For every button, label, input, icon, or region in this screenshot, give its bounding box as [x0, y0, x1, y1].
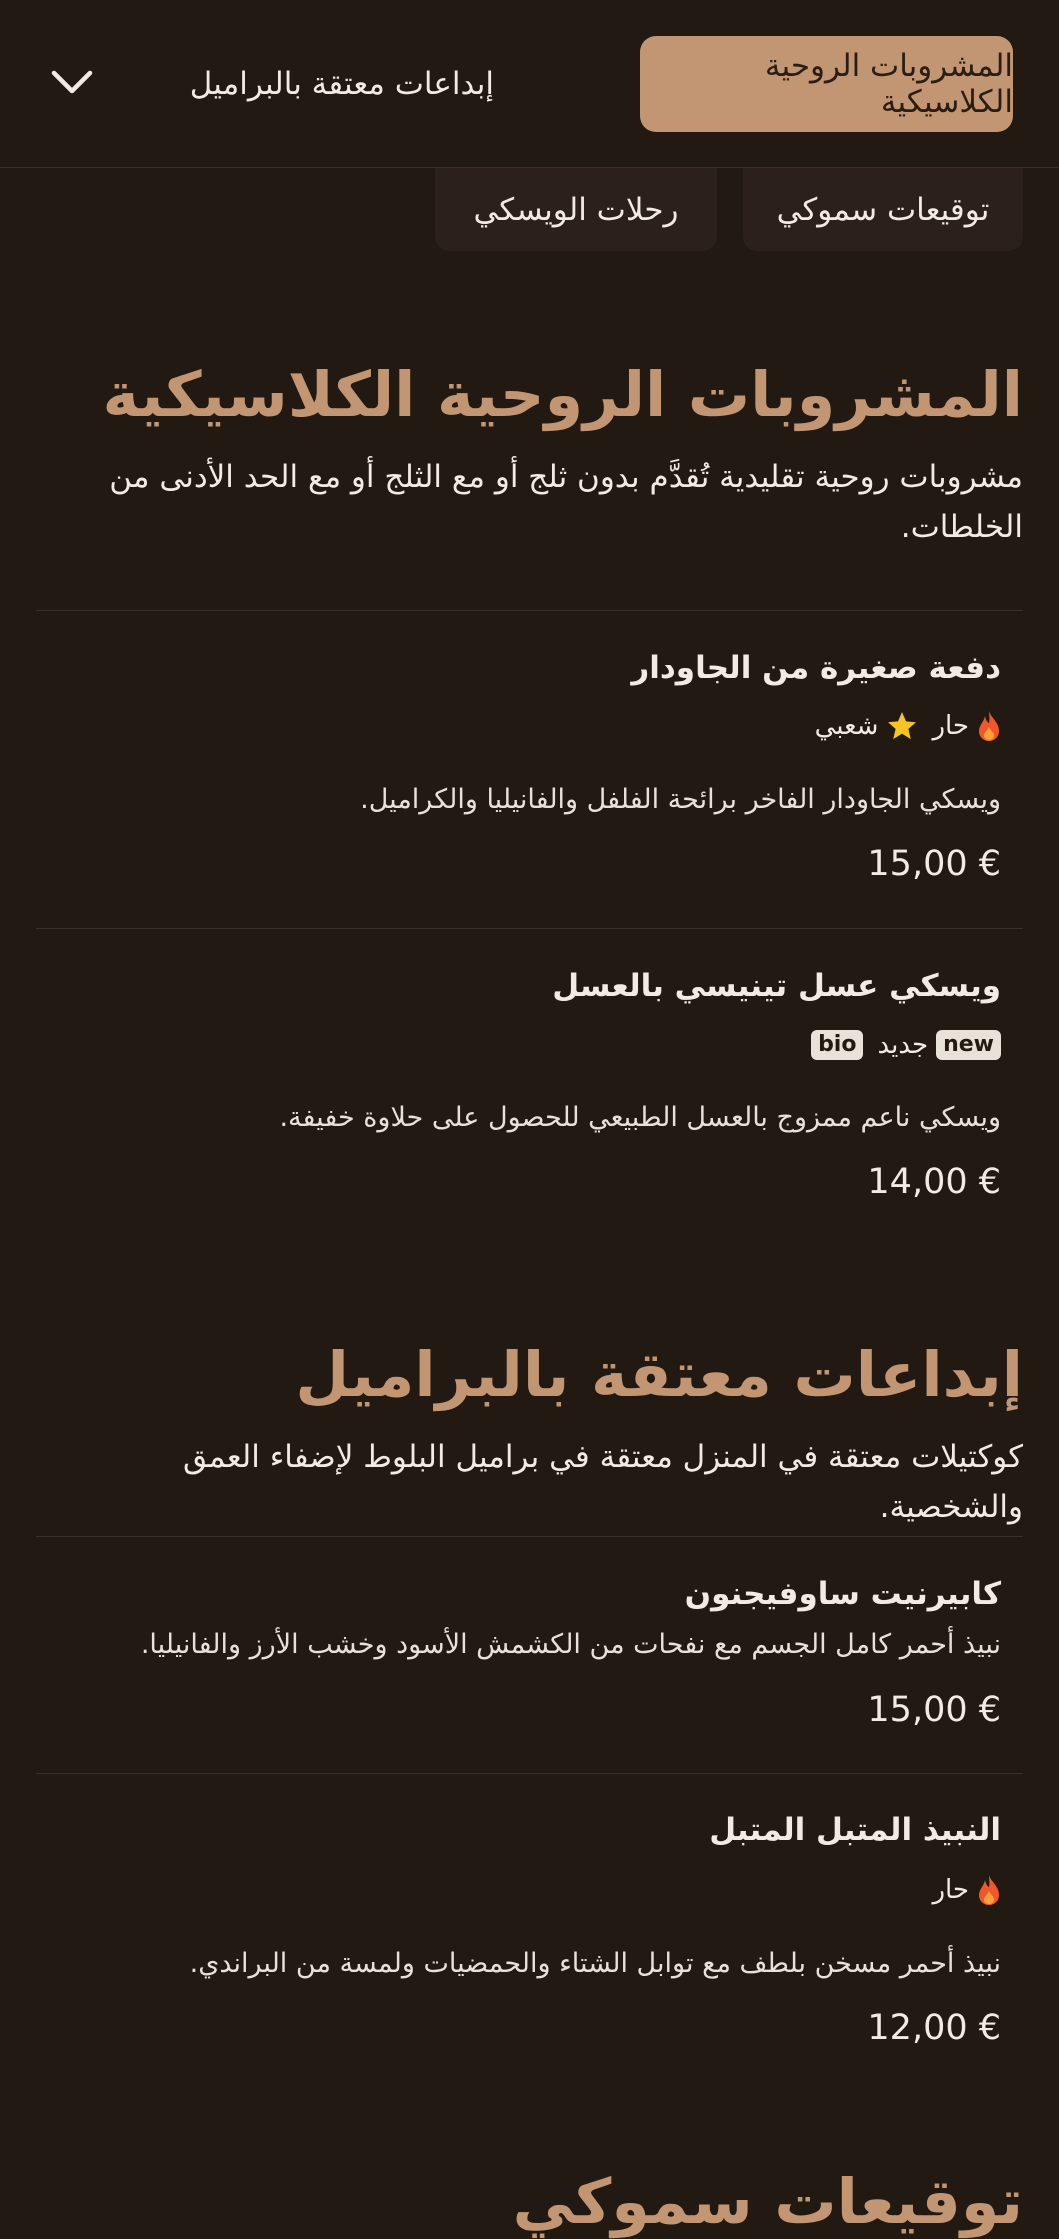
menu-item-price: 12,00 € [867, 2008, 1001, 2048]
divider [36, 928, 1023, 929]
badge-new: new جديد [877, 1030, 1001, 1061]
flame-icon [979, 711, 999, 741]
section-title: توقيعات سموكي [512, 2165, 1023, 2238]
badge-label: شعبي [814, 711, 879, 741]
menu-item-description: ويسكي ناعم ممزوج بالعسل الطبيعي للحصول ع… [279, 1102, 1001, 1133]
category-tab-classic-spirits[interactable]: المشروبات الروحية الكلاسيكية [640, 36, 1013, 132]
section-description: كوكتيلات معتقة في المنزل معتقة في براميل… [183, 1439, 1023, 1525]
menu-item-name: كابيرنيت ساوفيجنون [684, 1576, 1001, 1612]
flame-icon [979, 1875, 999, 1905]
badge-hot: حار [932, 710, 1001, 742]
menu-item-description: نبيذ أحمر مسخن بلطف مع توابل الشتاء والح… [189, 1948, 1001, 1979]
menu-item-price: 14,00 € [867, 1162, 1001, 1202]
menu-item-name: النبيذ المتبل المتبل [709, 1812, 1001, 1848]
section-description: مشروبات روحية تقليدية تُقدَّم بدون ثلج أ… [109, 459, 1023, 545]
star-icon [888, 712, 917, 740]
badge-label: حار [932, 711, 969, 741]
divider [36, 1773, 1023, 1774]
category-chip-smoky[interactable]: توقيعات سموكي [743, 168, 1023, 251]
chevron-down-icon [51, 70, 93, 94]
menu-item-name: دفعة صغيرة من الجاودار [631, 650, 1001, 686]
category-chip-label: توقيعات سموكي [776, 191, 990, 228]
divider [36, 1536, 1023, 1537]
menu-item-name: ويسكي عسل تينيسي بالعسل [552, 968, 1001, 1004]
section-title: إبداعات معتقة بالبراميل [295, 1338, 1023, 1411]
badge-label: جديد [877, 1030, 929, 1061]
menu-item-description: ويسكي الجاودار الفاخر برائحة الفلفل والف… [360, 784, 1001, 815]
category-chip-label: رحلات الويسكي [473, 191, 679, 228]
category-chip-whisky-journeys[interactable]: رحلات الويسكي [435, 168, 717, 251]
badge-popular: شعبي [815, 710, 919, 742]
category-bar: المشروبات الروحية الكلاسيكية إبداعات معت… [0, 0, 1059, 168]
section-title: المشروبات الروحية الكلاسيكية [102, 358, 1023, 431]
new-tag: new [936, 1030, 1001, 1061]
menu-item-badges: new جديد bio [811, 1030, 1001, 1061]
badge-bio: bio [811, 1030, 864, 1061]
badge-hot: حار [932, 1874, 1001, 1906]
category-tab-label: إبداعات معتقة بالبراميل [189, 66, 494, 102]
divider [36, 610, 1023, 611]
expand-categories-button[interactable] [40, 50, 104, 114]
badge-label: حار [932, 1875, 969, 1905]
menu-item-badges: حار شعبي [815, 710, 1001, 742]
menu-item-badges: حار [932, 1874, 1001, 1906]
category-tab-label: المشروبات الروحية الكلاسيكية [764, 48, 1013, 120]
menu-item-description: نبيذ أحمر كامل الجسم مع نفحات من الكشمش … [140, 1629, 1001, 1660]
category-tab-barrel-aged[interactable]: إبداعات معتقة بالبراميل [190, 52, 494, 116]
menu-item-price: 15,00 € [867, 1690, 1001, 1730]
bio-tag: bio [811, 1030, 864, 1061]
menu-item-price: 15,00 € [867, 844, 1001, 884]
